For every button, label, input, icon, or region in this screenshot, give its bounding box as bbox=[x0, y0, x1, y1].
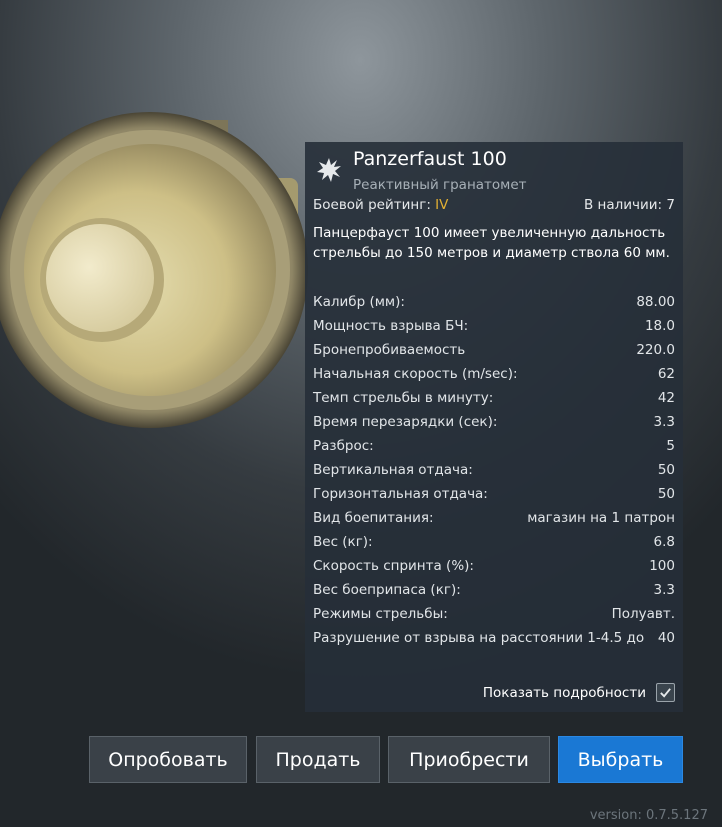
stat-label: Вес боеприпаса (кг): bbox=[313, 582, 461, 598]
stat-value: 6.8 bbox=[653, 534, 675, 550]
stat-label: Разрушение от взрыва на расстоянии 1-4.5… bbox=[313, 630, 645, 646]
stat-row: Калибр (мм): 88.00 bbox=[313, 292, 675, 316]
stat-value: 42 bbox=[657, 390, 675, 406]
stats-list: Калибр (мм): 88.00 Мощность взрыва БЧ: 18.0… bbox=[313, 292, 675, 652]
stat-value: 5 bbox=[666, 438, 675, 454]
stat-label: Горизонтальная отдача: bbox=[313, 486, 488, 502]
stat-label: Калибр (мм): bbox=[313, 294, 405, 310]
stat-value: 3.3 bbox=[653, 582, 675, 598]
stat-value: Полуавт. bbox=[611, 606, 675, 622]
stat-label: Начальная скорость (m/sec): bbox=[313, 366, 518, 382]
stat-value: 18.0 bbox=[644, 318, 675, 334]
weapon-info-panel: Panzerfaust 100 Реактивный гранатомет Бо… bbox=[305, 142, 683, 712]
stat-label: Вес (кг): bbox=[313, 534, 373, 550]
stat-row: Вид боепитания: магазин на 1 патрон bbox=[313, 508, 675, 532]
show-details-toggle[interactable]: Показать подробности bbox=[483, 683, 675, 702]
stat-label: Скорость спринта (%): bbox=[313, 558, 474, 574]
stock-count: В наличии: 7 bbox=[583, 197, 675, 213]
try-button[interactable]: Опробовать bbox=[89, 736, 247, 783]
stat-value: 50 bbox=[657, 462, 675, 478]
battle-rating: Боевой рейтинг: IV bbox=[313, 197, 448, 213]
battle-rating-label: Боевой рейтинг: bbox=[313, 197, 431, 213]
stat-label: Бронепробиваемость bbox=[313, 342, 466, 358]
stat-value: магазин на 1 патрон bbox=[527, 510, 675, 526]
stat-row: Бронепробиваемость 220.0 bbox=[313, 340, 675, 364]
stat-label: Режимы стрельбы: bbox=[313, 606, 448, 622]
version-label: version: 0.7.5.127 bbox=[589, 808, 708, 823]
stat-row: Вес (кг): 6.8 bbox=[313, 532, 675, 556]
stat-row: Горизонтальная отдача: 50 bbox=[313, 484, 675, 508]
stat-row: Разброс: 5 bbox=[313, 436, 675, 460]
stat-label: Мощность взрыва БЧ: bbox=[313, 318, 469, 334]
stat-label: Разброс: bbox=[313, 438, 374, 454]
stat-row: Темп стрельбы в минуту: 42 bbox=[313, 388, 675, 412]
buy-button[interactable]: Приобрести bbox=[388, 736, 550, 783]
stat-row: Вес боеприпаса (кг): 3.3 bbox=[313, 580, 675, 604]
select-button[interactable]: Выбрать bbox=[558, 736, 683, 783]
stat-label: Время перезарядки (сек): bbox=[313, 414, 498, 430]
weapon-image bbox=[0, 112, 308, 428]
stat-row: Скорость спринта (%): 100 bbox=[313, 556, 675, 580]
explosion-icon bbox=[317, 158, 341, 182]
battle-rating-tier: IV bbox=[435, 197, 449, 213]
stat-label: Вертикальная отдача: bbox=[313, 462, 473, 478]
stat-value: 62 bbox=[657, 366, 675, 382]
stat-row: Мощность взрыва БЧ: 18.0 bbox=[313, 316, 675, 340]
stat-value: 100 bbox=[649, 558, 675, 574]
stat-row: Разрушение от взрыва на расстоянии 1-4.5… bbox=[313, 628, 675, 652]
show-details-checkbox[interactable] bbox=[656, 683, 675, 702]
sell-button[interactable]: Продать bbox=[256, 736, 380, 783]
show-details-label: Показать подробности bbox=[482, 684, 646, 701]
stat-value: 40 bbox=[657, 630, 675, 646]
stat-value: 50 bbox=[657, 486, 675, 502]
stat-label: Вид боепитания: bbox=[313, 510, 434, 526]
stat-label: Темп стрельбы в минуту: bbox=[313, 390, 494, 406]
stat-value: 220.0 bbox=[636, 342, 675, 358]
stat-value: 88.00 bbox=[636, 294, 675, 310]
weapon-description: Панцерфауст 100 имеет увеличенную дально… bbox=[313, 225, 670, 261]
stat-row: Вертикальная отдача: 50 bbox=[313, 460, 675, 484]
stat-value: 3.3 bbox=[653, 414, 675, 430]
stat-row: Начальная скорость (m/sec): 62 bbox=[313, 364, 675, 388]
stat-row: Время перезарядки (сек): 3.3 bbox=[313, 412, 675, 436]
weapon-type: Реактивный гранатомет bbox=[353, 177, 527, 193]
weapon-title: Panzerfaust 100 bbox=[353, 148, 507, 170]
stat-row: Режимы стрельбы: Полуавт. bbox=[313, 604, 675, 628]
checkmark-icon bbox=[660, 688, 671, 698]
